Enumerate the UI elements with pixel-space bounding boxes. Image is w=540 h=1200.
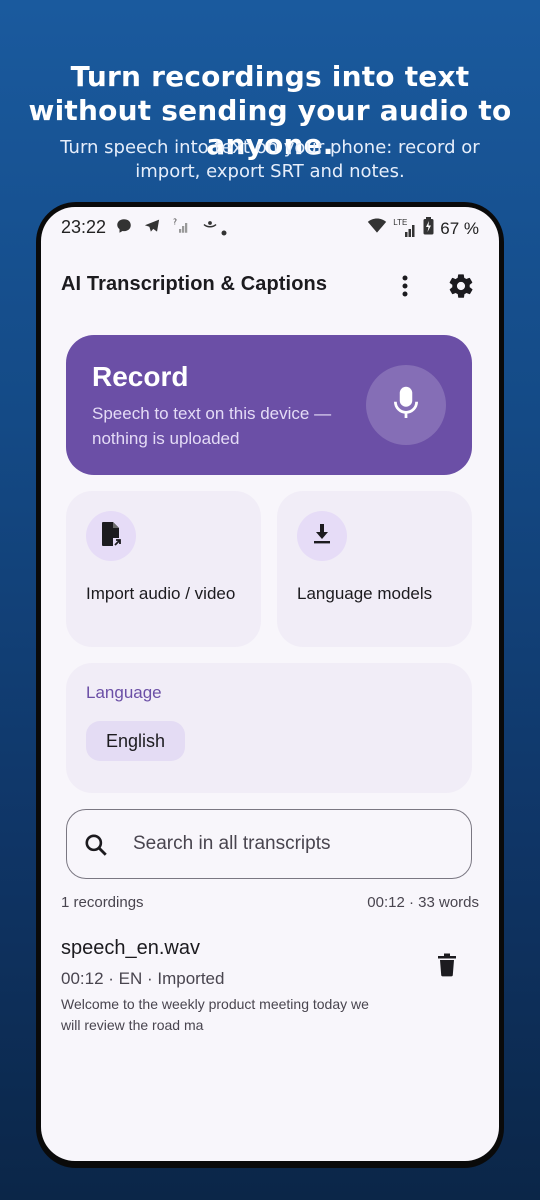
battery-charging-icon: [423, 217, 434, 240]
recording-name: speech_en.wav: [61, 937, 200, 959]
status-right: LTE 67 %: [367, 217, 479, 240]
telegram-icon: [143, 217, 161, 240]
download-icon-circle: [297, 511, 347, 561]
record-subtitle: Speech to text on this device — nothing …: [92, 404, 332, 448]
download-icon: [312, 523, 332, 550]
signal-icon: LTE: [393, 218, 417, 238]
status-time: 23:22: [61, 217, 107, 237]
import-icon-circle: [86, 511, 136, 561]
mic-button[interactable]: [366, 365, 446, 445]
delete-icon[interactable]: [433, 951, 461, 979]
language-label: Language: [86, 683, 162, 702]
battery-percent: 67 %: [440, 218, 479, 238]
status-bar: 23:22 ? LTE 67 %: [41, 207, 499, 247]
app-title: AI Transcription & Captions: [61, 273, 328, 295]
language-chip[interactable]: English: [86, 721, 186, 761]
dot-icon: [221, 223, 227, 241]
settings-icon[interactable]: [445, 270, 477, 302]
recording-info: 00:12 · EN · Imported: [61, 969, 225, 988]
file-import-icon: [100, 521, 122, 552]
language-models-label: Language models: [297, 584, 433, 603]
language-models-tile[interactable]: Language models: [277, 491, 472, 647]
import-tile-label: Import audio / video: [86, 584, 236, 603]
phone-frame: 23:22 ? LTE 67 % AI Transcription & Capt…: [36, 202, 504, 1168]
import-tile[interactable]: Import audio / video: [66, 491, 261, 647]
record-card[interactable]: Record Speech to text on this device — n…: [66, 335, 472, 475]
signal-off-icon: ?: [173, 217, 191, 240]
phone-screen: 23:22 ? LTE 67 % AI Transcription & Capt…: [41, 207, 499, 1161]
recording-preview: Welcome to the weekly product meeting to…: [61, 996, 369, 1033]
mic-icon: [391, 385, 421, 426]
svg-text:?: ?: [173, 218, 177, 227]
cast-icon: [201, 217, 219, 240]
search-placeholder: Search in all transcripts: [133, 833, 331, 854]
more-vert-icon[interactable]: [389, 270, 421, 302]
record-title: Record: [92, 361, 189, 392]
language-card: Language English: [66, 663, 472, 793]
chat-icon: [115, 217, 133, 240]
wifi-icon: [367, 217, 387, 240]
promo-subtitle: Turn speech into text on your phone: rec…: [60, 137, 480, 182]
recordings-count: 1 recordings: [61, 894, 144, 911]
recordings-totals: 00:12 · 33 words: [367, 894, 479, 911]
list-item[interactable]: speech_en.wav 00:12 · EN · Imported Welc…: [41, 935, 499, 1035]
search-input[interactable]: Search in all transcripts: [66, 809, 472, 879]
search-icon: [83, 832, 109, 863]
